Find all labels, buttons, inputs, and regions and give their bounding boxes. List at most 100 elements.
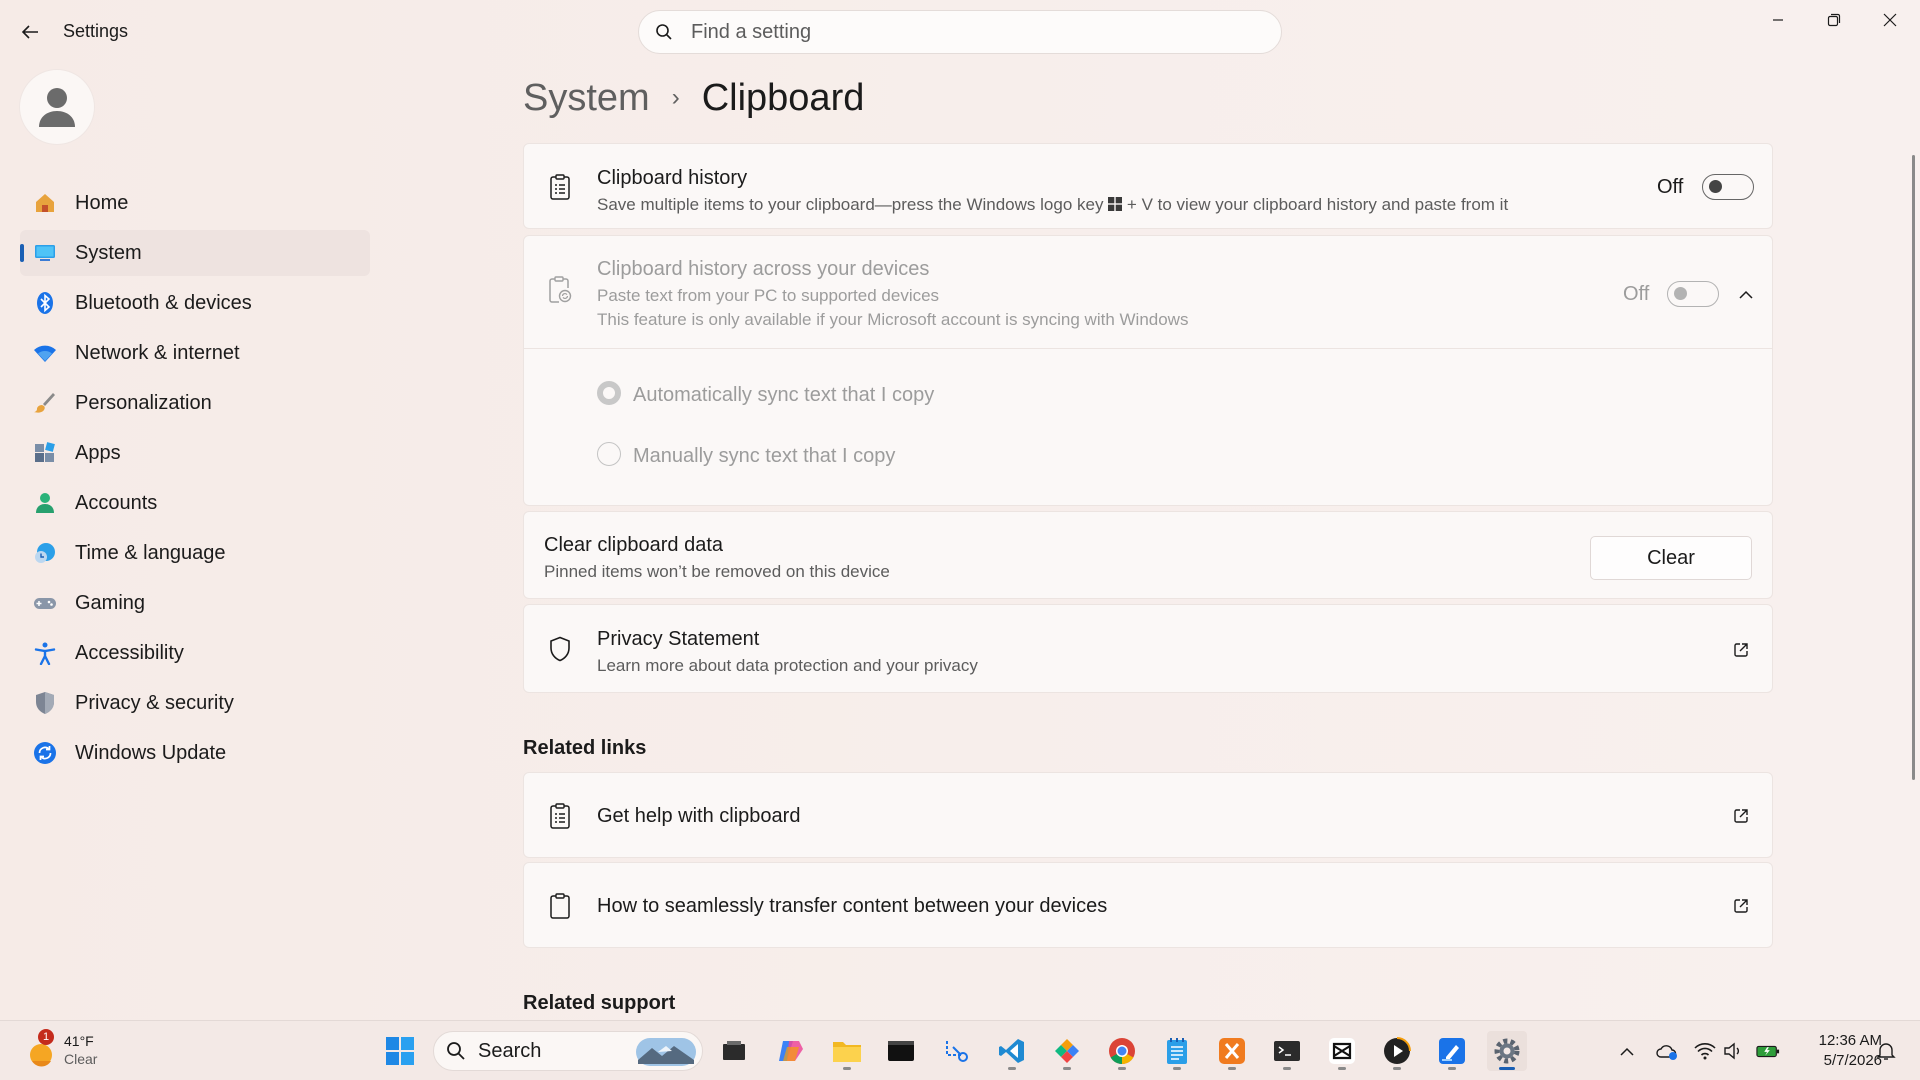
external-link-icon[interactable] xyxy=(1730,805,1752,827)
related-links-heading: Related links xyxy=(523,737,647,759)
sidebar-item-label: Network & internet xyxy=(75,341,240,364)
cross-device-toggle[interactable] xyxy=(1667,281,1719,307)
scrollbar[interactable] xyxy=(1912,155,1915,780)
sidebar-item-accounts[interactable]: Accounts xyxy=(20,480,370,526)
tray-overflow-chevron[interactable] xyxy=(1615,1039,1639,1063)
running-indicator xyxy=(1063,1067,1071,1070)
taskbar-settings[interactable] xyxy=(1487,1031,1527,1071)
taskbar-xampp[interactable] xyxy=(1212,1031,1252,1071)
task-view-icon xyxy=(723,1041,745,1060)
taskbar-terminal-dark[interactable] xyxy=(881,1031,921,1071)
chevron-up-icon xyxy=(1620,1047,1634,1056)
tray-battery[interactable] xyxy=(1756,1039,1780,1063)
restore-button[interactable] xyxy=(1806,0,1862,40)
privacy-statement-card[interactable]: Privacy Statement Learn more about data … xyxy=(523,604,1773,693)
breadcrumb: System › Clipboard xyxy=(523,70,864,126)
taskbar-terminal[interactable] xyxy=(1267,1031,1307,1071)
system-icon xyxy=(32,240,58,266)
close-button[interactable] xyxy=(1862,0,1918,40)
sidebar-item-home[interactable]: Home xyxy=(20,180,370,226)
speaker-icon xyxy=(1724,1042,1739,1060)
taskbar-search[interactable]: Search xyxy=(433,1031,703,1071)
sidebar-item-label: Home xyxy=(75,191,129,214)
sidebar-item-label: Privacy & security xyxy=(75,691,234,714)
taskbar-chrome[interactable] xyxy=(1102,1031,1142,1071)
taskbar-file-explorer[interactable] xyxy=(827,1031,867,1071)
sidebar-item-network[interactable]: Network & internet xyxy=(20,330,370,376)
media-player-icon xyxy=(1384,1037,1411,1064)
chevron-up-icon[interactable] xyxy=(1735,284,1757,304)
weather-widget[interactable]: 1 41°F Clear xyxy=(24,1029,144,1073)
taskbar-capcut[interactable] xyxy=(1322,1031,1362,1071)
sidebar-item-apps[interactable]: Apps xyxy=(20,430,370,476)
divider xyxy=(524,348,1772,349)
sidebar-item-bluetooth[interactable]: Bluetooth & devices xyxy=(20,280,370,326)
taskbar-clock[interactable]: 12:36 AM 5/7/2026 xyxy=(1792,1031,1882,1071)
clipboard-blank-icon xyxy=(546,892,574,920)
apps-icon xyxy=(32,440,58,466)
notification-bell-icon xyxy=(1876,1043,1896,1060)
external-link-icon[interactable] xyxy=(1730,639,1752,661)
clipboard-icon xyxy=(546,173,574,201)
sidebar-item-gaming[interactable]: Gaming xyxy=(20,580,370,626)
taskbar-notepad[interactable] xyxy=(1157,1031,1197,1071)
tray-onedrive[interactable] xyxy=(1655,1039,1679,1063)
auto-sync-radio[interactable] xyxy=(597,381,621,405)
clear-data-title: Clear clipboard data xyxy=(544,534,723,556)
sidebar-item-system[interactable]: System xyxy=(20,230,370,276)
clipboard-history-toggle[interactable] xyxy=(1702,174,1754,200)
sidebar-item-label: Bluetooth & devices xyxy=(75,291,252,314)
related-support-heading: Related support xyxy=(523,992,676,1014)
search-box[interactable] xyxy=(638,10,1282,54)
folder-icon xyxy=(833,1042,861,1062)
breadcrumb-parent[interactable]: System xyxy=(523,77,650,120)
start-button[interactable] xyxy=(380,1031,420,1071)
windows-logo-icon xyxy=(1108,196,1123,216)
search-input[interactable] xyxy=(691,20,1251,44)
taskbar-search-label: Search xyxy=(478,1039,542,1062)
capcut-icon xyxy=(1329,1038,1355,1064)
related-link-transfer-content[interactable]: How to seamlessly transfer content betwe… xyxy=(523,862,1773,948)
taskbar: 1 41°F Clear Search 12:36 AM 5/7/2026 xyxy=(0,1020,1920,1080)
minimize-icon xyxy=(1773,19,1783,21)
clipboard-icon xyxy=(546,802,574,830)
taskbar-snipping-tool[interactable] xyxy=(937,1031,977,1071)
sidebar-item-privacy[interactable]: Privacy & security xyxy=(20,680,370,726)
manual-sync-radio[interactable] xyxy=(597,442,621,466)
sidebar-item-windows-update[interactable]: Windows Update xyxy=(20,730,370,776)
running-indicator xyxy=(1448,1067,1456,1070)
weather-condition: Clear xyxy=(64,1051,98,1067)
minimize-button[interactable] xyxy=(1750,0,1806,40)
sidebar-item-accessibility[interactable]: Accessibility xyxy=(20,630,370,676)
taskbar-vscode[interactable] xyxy=(992,1031,1032,1071)
time-language-icon xyxy=(32,540,58,566)
taskbar-app-diamond[interactable] xyxy=(1047,1031,1087,1071)
related-link-get-help[interactable]: Get help with clipboard xyxy=(523,772,1773,858)
running-indicator xyxy=(1228,1067,1236,1070)
external-link-icon[interactable] xyxy=(1730,895,1752,917)
taskbar-whiteboard[interactable] xyxy=(1432,1031,1472,1071)
clipboard-history-toggle-label: Off xyxy=(1657,176,1684,198)
notepad-icon xyxy=(1167,1038,1187,1064)
avatar[interactable] xyxy=(20,70,94,144)
subtitle-text: Save multiple items to your clipboard—pr… xyxy=(597,195,1104,214)
clear-data-card: Clear clipboard data Pinned items won’t … xyxy=(523,511,1773,599)
clipboard-history-subtitle: Save multiple items to your clipboard—pr… xyxy=(597,195,1508,216)
related-link-label: Get help with clipboard xyxy=(597,805,801,827)
clear-button[interactable]: Clear xyxy=(1590,536,1752,580)
taskbar-media-player[interactable] xyxy=(1377,1031,1417,1071)
app-title: Settings xyxy=(63,21,129,41)
tray-volume[interactable] xyxy=(1722,1039,1746,1063)
taskbar-copilot[interactable] xyxy=(771,1031,811,1071)
sidebar-item-time-language[interactable]: Time & language xyxy=(20,530,370,576)
taskbar-task-view[interactable] xyxy=(714,1031,754,1071)
tray-wifi[interactable] xyxy=(1693,1039,1717,1063)
cross-device-subtitle: Paste text from your PC to supported dev… xyxy=(597,286,940,305)
tray-notifications[interactable] xyxy=(1874,1039,1898,1063)
back-button[interactable] xyxy=(16,18,44,46)
sidebar-item-personalization[interactable]: Personalization xyxy=(20,380,370,426)
cross-device-card: Clipboard history across your devices Pa… xyxy=(523,235,1773,506)
chrome-icon xyxy=(1109,1038,1135,1065)
running-indicator xyxy=(1499,1067,1515,1070)
cross-device-note: This feature is only available if your M… xyxy=(597,310,1189,329)
